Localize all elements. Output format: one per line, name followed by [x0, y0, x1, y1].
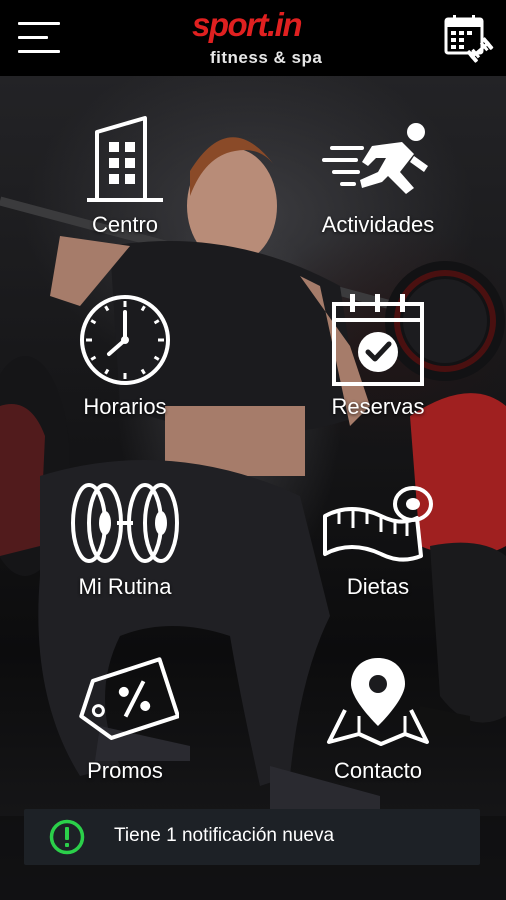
- tile-dietas[interactable]: Dietas: [278, 468, 478, 638]
- notification-toast[interactable]: Tiene 1 notificación nueva: [24, 809, 480, 865]
- hamburger-menu-icon[interactable]: [14, 14, 64, 60]
- building-icon: [87, 116, 163, 202]
- top-bar: sport.in fitness & spa: [0, 0, 506, 76]
- logo-main-text: sport.in: [192, 6, 303, 43]
- tile-promos[interactable]: Promos: [25, 650, 225, 820]
- clock-icon: [80, 295, 170, 385]
- tile-label: Actividades: [321, 212, 435, 237]
- tile-horarios[interactable]: Horarios: [25, 288, 225, 458]
- tile-contacto[interactable]: Contacto: [278, 650, 478, 820]
- tile-label: Dietas: [346, 574, 410, 599]
- logo-sub-text: fitness & spa: [210, 48, 323, 67]
- notification-text: Tiene 1 notificación nueva: [114, 825, 335, 846]
- tile-label: Reservas: [331, 394, 425, 419]
- tile-mi-rutina[interactable]: Mi Rutina: [25, 468, 225, 638]
- brand-logo: sport.in fitness & spa: [188, 4, 323, 72]
- tile-label: Contacto: [333, 758, 423, 783]
- calendar-check-icon: [332, 294, 424, 386]
- tile-actividades[interactable]: Actividades: [278, 106, 478, 276]
- alert-circle-icon: [49, 819, 85, 855]
- weight-plates-icon: [71, 483, 179, 563]
- discount-tag-icon: [79, 657, 179, 740]
- running-person-icon: [322, 123, 428, 194]
- tile-label: Mi Rutina: [78, 574, 172, 599]
- tile-label: Centro: [91, 212, 159, 237]
- tile-label: Horarios: [83, 394, 167, 419]
- tile-label: Promos: [87, 758, 163, 783]
- hero-background: Centro Actividades Horarios Reservas Mi …: [0, 76, 506, 900]
- tile-reservas[interactable]: Reservas: [278, 288, 478, 458]
- map-pin-icon: [327, 658, 429, 746]
- calendar-dumbbell-icon[interactable]: [442, 12, 494, 64]
- measuring-tape-icon: [323, 486, 433, 562]
- tile-centro[interactable]: Centro: [25, 106, 225, 276]
